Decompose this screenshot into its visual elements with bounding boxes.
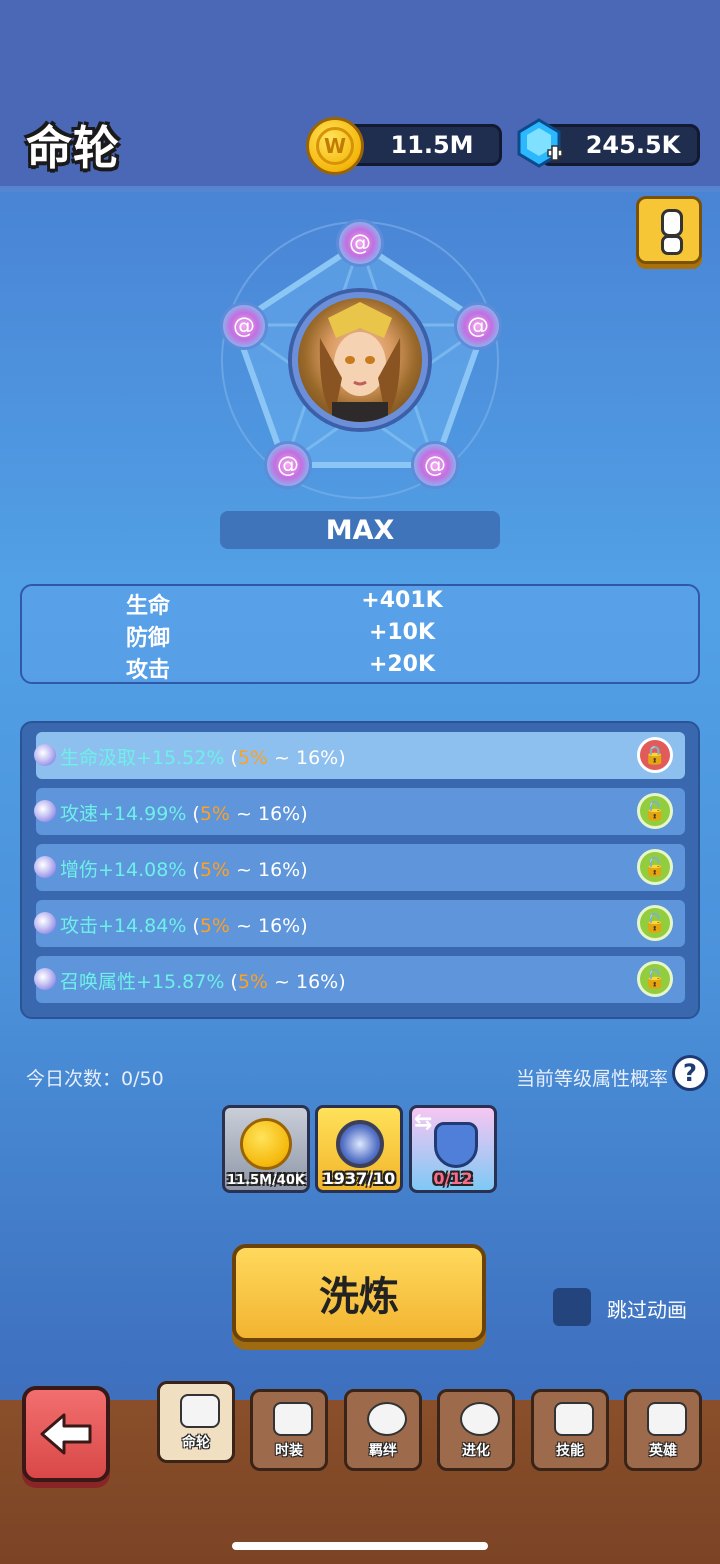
stats-panel: 生命 +401K 防御 +10K 攻击 +20K [20, 584, 700, 684]
tab-bond[interactable]: 羁绊 [344, 1389, 422, 1471]
star-icon [460, 1402, 500, 1436]
lock-open-icon[interactable]: 🔓 [637, 793, 673, 829]
spirit-orb-icon[interactable]: @ [336, 219, 384, 267]
exclamation-icon [661, 209, 683, 237]
stat-name: 攻击 [125, 658, 170, 683]
page-title: 命轮 [26, 121, 120, 175]
attribute-text: 增伤+14.08% (5% ~ 16%) [60, 859, 308, 881]
attribute-panel: 生命汲取+15.52% (5% ~ 16%) 🔒 攻速+14.99% (5% ~… [20, 721, 700, 1019]
scroll-icon [554, 1402, 594, 1436]
tab-evolution[interactable]: 进化 [437, 1389, 515, 1471]
attribute-orb-icon [34, 800, 56, 822]
cost-count: 1937/10 [322, 1169, 396, 1188]
attribute-row[interactable]: 生命汲取+15.52% (5% ~ 16%) 🔒 [34, 732, 685, 779]
attribute-text: 攻速+14.99% (5% ~ 16%) [60, 803, 308, 825]
lock-open-icon[interactable]: 🔓 [637, 905, 673, 941]
gem-plus-icon[interactable] [514, 118, 564, 168]
tab-label: 命轮 [182, 1435, 210, 1451]
home-indicator [232, 1542, 488, 1550]
cost-count: 0/12 [433, 1169, 473, 1188]
attribute-orb-icon [34, 744, 56, 766]
costume-icon [273, 1402, 313, 1436]
tab-label: 羁绊 [369, 1443, 397, 1459]
tab-label: 技能 [556, 1443, 584, 1459]
stat-row: 攻击 +20K [22, 652, 698, 684]
swap-arrow-icon: ⇆ [414, 1110, 433, 1135]
attribute-text: 生命汲取+15.52% (5% ~ 16%) [60, 747, 346, 769]
anchor-icon [434, 1122, 478, 1168]
cost-anchor-item[interactable]: ⇆ 0/12 [409, 1105, 497, 1193]
attribute-row[interactable]: 召唤属性+15.87% (5% ~ 16%) 🔓 [34, 956, 685, 1003]
skip-animation-label: 跳过动画 [607, 1298, 687, 1322]
attribute-row[interactable]: 攻击+14.84% (5% ~ 16%) 🔓 [34, 900, 685, 947]
compass-icon [336, 1120, 384, 1168]
stat-value: +20K [368, 652, 436, 677]
gold-coin-icon [240, 1118, 292, 1170]
stat-row: 生命 +401K [22, 588, 698, 620]
stat-name: 生命 [125, 594, 170, 619]
arrow-left-icon [40, 1413, 92, 1455]
attribute-text: 攻击+14.84% (5% ~ 16%) [60, 915, 308, 937]
cost-compass-item[interactable]: 1937/10 [315, 1105, 403, 1193]
help-question-icon[interactable]: ? [672, 1055, 708, 1091]
tab-label: 时装 [275, 1443, 303, 1459]
helmet-icon [180, 1394, 220, 1428]
lock-closed-icon[interactable]: 🔒 [637, 737, 673, 773]
daily-count: 今日次数：0/50 [26, 1068, 164, 1090]
info-button[interactable] [636, 196, 702, 264]
cost-gold-item[interactable]: 11.5M/40K [222, 1105, 310, 1193]
spirit-orb-icon[interactable]: @ [264, 441, 312, 489]
stat-row: 防御 +10K [22, 620, 698, 652]
spirit-orb-icon[interactable]: @ [454, 302, 502, 350]
tab-wheel[interactable]: 命轮 [157, 1381, 235, 1463]
attribute-orb-icon [34, 856, 56, 878]
attribute-orb-icon [34, 912, 56, 934]
attribute-text: 召唤属性+15.87% (5% ~ 16%) [60, 971, 346, 993]
header-divider [0, 186, 720, 192]
tab-costume[interactable]: 时装 [250, 1389, 328, 1471]
stat-value: +10K [368, 620, 436, 645]
skip-animation-checkbox[interactable] [553, 1288, 591, 1326]
refine-button[interactable]: 洗炼 [232, 1244, 486, 1342]
gold-coin-icon: W [306, 117, 364, 175]
gem-counter: 245.5K [540, 124, 700, 166]
lock-open-icon[interactable]: 🔓 [637, 849, 673, 885]
back-button[interactable] [22, 1386, 110, 1482]
stat-value: +401K [361, 588, 443, 613]
lock-open-icon[interactable]: 🔓 [637, 961, 673, 997]
probability-label: 当前等级属性概率 [516, 1068, 669, 1090]
hero-portrait [292, 292, 428, 428]
tab-heroes[interactable]: 英雄 [624, 1389, 702, 1471]
attribute-row[interactable]: 增伤+14.08% (5% ~ 16%) 🔓 [34, 844, 685, 891]
attribute-row[interactable]: 攻速+14.99% (5% ~ 16%) 🔓 [34, 788, 685, 835]
tab-label: 英雄 [649, 1443, 677, 1459]
attribute-orb-icon [34, 968, 56, 990]
viking-helmet-icon [647, 1402, 687, 1436]
bond-icon [367, 1402, 407, 1436]
spirit-orb-icon[interactable]: @ [411, 441, 459, 489]
stat-name: 防御 [125, 626, 170, 651]
cost-count: 11.5M/40K [227, 1173, 305, 1188]
wheel-level-label: MAX [220, 511, 500, 549]
tab-label: 进化 [462, 1443, 490, 1459]
tab-skills[interactable]: 技能 [531, 1389, 609, 1471]
spirit-orb-icon[interactable]: @ [220, 302, 268, 350]
